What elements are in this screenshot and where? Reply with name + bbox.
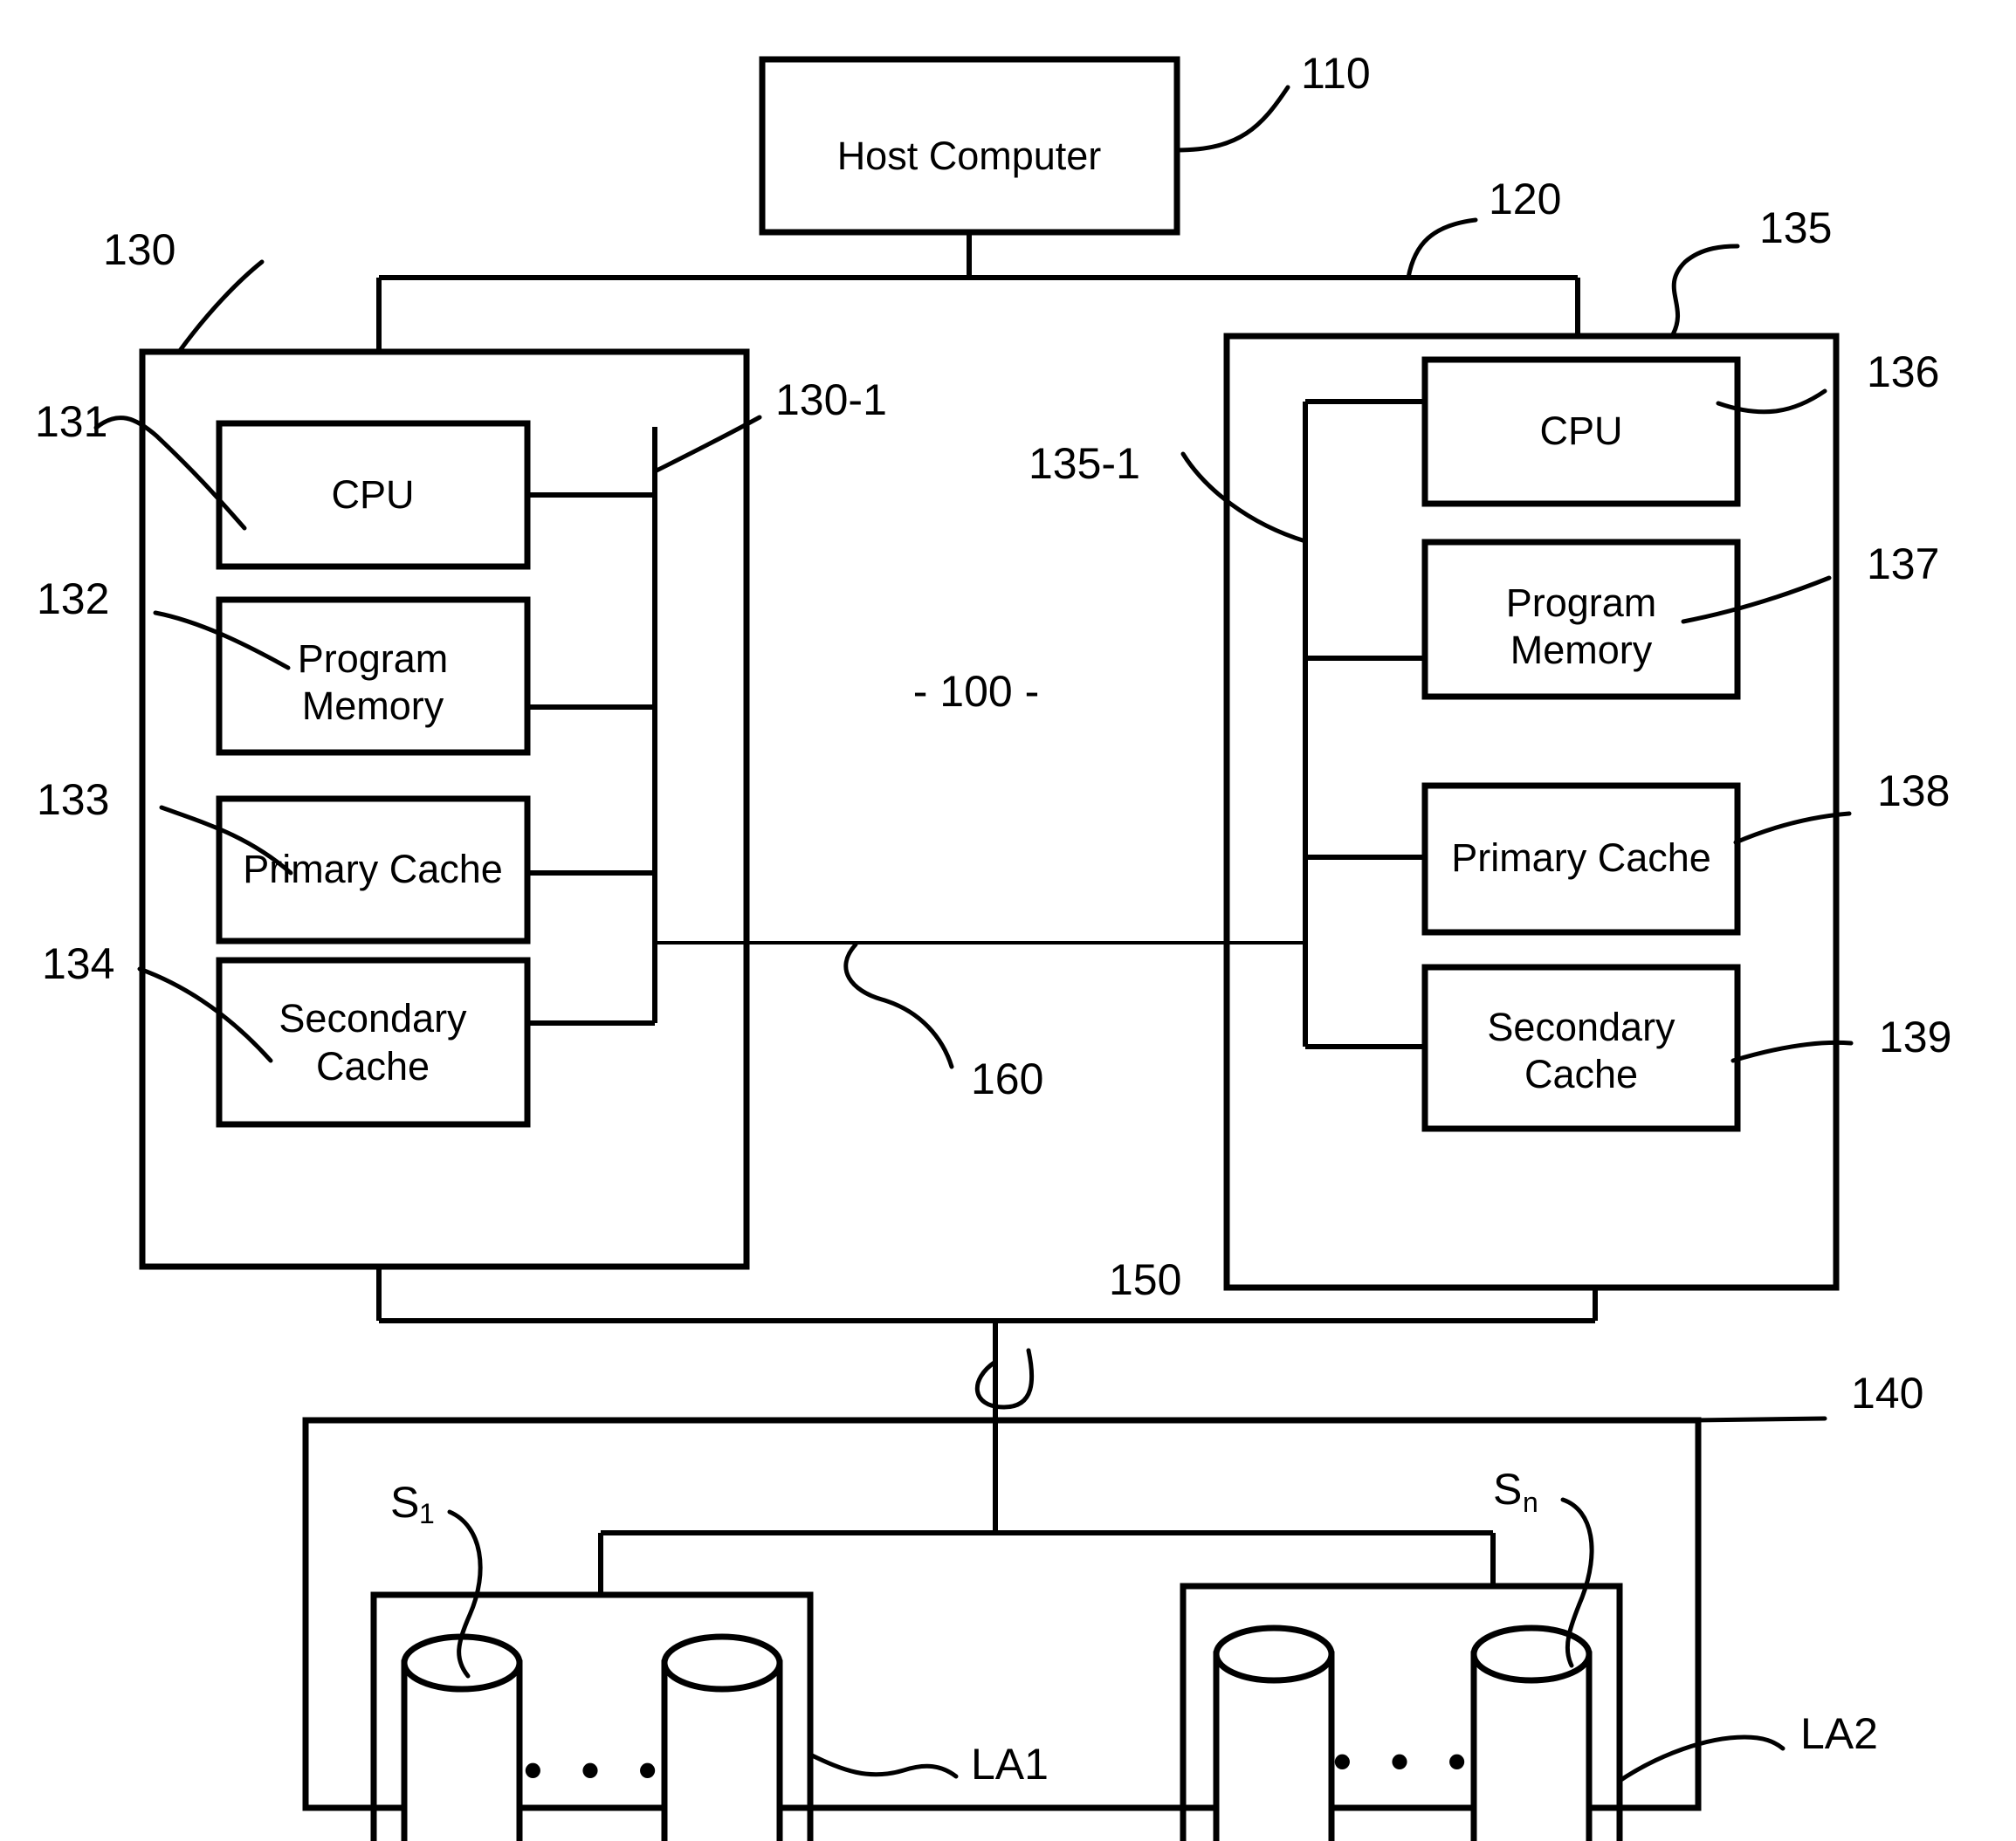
- ref-number-110: 110: [1301, 49, 1371, 98]
- lead-line-130: [176, 259, 265, 354]
- ref-number-150: 150: [1109, 1255, 1181, 1304]
- disk-label-s1: S: [390, 1478, 419, 1527]
- left-primary-cache-label: Primary Cache: [243, 847, 503, 891]
- ref-number-130: 130: [103, 225, 175, 274]
- ref-number-160: 160: [971, 1054, 1043, 1103]
- system-block-diagram: Host Computer 110 120 130 130-1 CPU 131 …: [35, 49, 1951, 1841]
- bottom-bus-150: [376, 1267, 1598, 1323]
- la2-ellipsis: • • •: [1333, 1732, 1478, 1790]
- lead-line-110: [1174, 85, 1290, 153]
- lead-line-la1: [808, 1752, 959, 1779]
- left-secondary-cache-label-line2: Cache: [316, 1044, 430, 1089]
- disk-label-s1-subscript: 1: [419, 1498, 435, 1529]
- ref-number-136: 136: [1867, 347, 1939, 396]
- left-cpu-label: CPU: [331, 472, 414, 517]
- ref-number-140: 140: [1851, 1369, 1923, 1418]
- ref-number-133: 133: [37, 775, 109, 824]
- left-program-memory-label-line1: Program: [298, 636, 449, 681]
- disk-cylinder-la2-first: [1213, 1625, 1335, 1841]
- ref-number-134: 134: [42, 939, 114, 988]
- disk-label-sn-subscript: n: [1523, 1487, 1538, 1518]
- lead-line-120: [1406, 217, 1478, 280]
- right-cpu-label: CPU: [1539, 409, 1622, 453]
- ref-number-135: 135: [1759, 203, 1832, 252]
- lead-line-138: [1733, 811, 1852, 845]
- disk-cylinder-la1-last: [661, 1633, 783, 1841]
- right-program-memory-label-line2: Memory: [1510, 628, 1653, 672]
- disk-label-sn: S: [1493, 1465, 1522, 1514]
- patent-figure-root: Host Computer 110 120 130 130-1 CPU 131 …: [0, 0, 2016, 1841]
- ref-number-130-1: 130-1: [775, 375, 887, 424]
- storage-group-la2-label: LA2: [1800, 1709, 1878, 1758]
- ref-number-138: 138: [1877, 766, 1950, 815]
- left-secondary-cache-box: [216, 957, 531, 1128]
- figure-center-number: - 100 -: [913, 667, 1040, 716]
- right-program-memory-label-line1: Program: [1506, 580, 1657, 625]
- la1-ellipsis: • • •: [524, 1741, 669, 1799]
- ref-number-137: 137: [1867, 539, 1939, 588]
- ref-number-120: 120: [1489, 175, 1561, 223]
- ref-number-131: 131: [35, 397, 107, 446]
- ref-number-135-1: 135-1: [1029, 439, 1140, 488]
- ref-number-139: 139: [1879, 1013, 1951, 1061]
- ref-number-132: 132: [37, 574, 109, 623]
- right-primary-cache-label: Primary Cache: [1451, 835, 1711, 880]
- right-secondary-cache-label-line2: Cache: [1524, 1052, 1638, 1096]
- host-computer-label: Host Computer: [837, 134, 1102, 178]
- storage-group-la1-label: LA1: [971, 1740, 1049, 1789]
- right-secondary-cache-label-line1: Secondary: [1487, 1005, 1675, 1049]
- lead-line-140: [1691, 1416, 1827, 1423]
- left-secondary-cache-label-line1: Secondary: [279, 996, 467, 1041]
- left-program-memory-label-line2: Memory: [302, 684, 444, 728]
- lead-line-160: [843, 942, 954, 1069]
- lead-line-135: [1669, 244, 1740, 339]
- lead-line-150: [974, 1348, 1035, 1410]
- disk-cylinder-sn: [1470, 1625, 1593, 1841]
- lead-line-135-1: [1180, 451, 1308, 544]
